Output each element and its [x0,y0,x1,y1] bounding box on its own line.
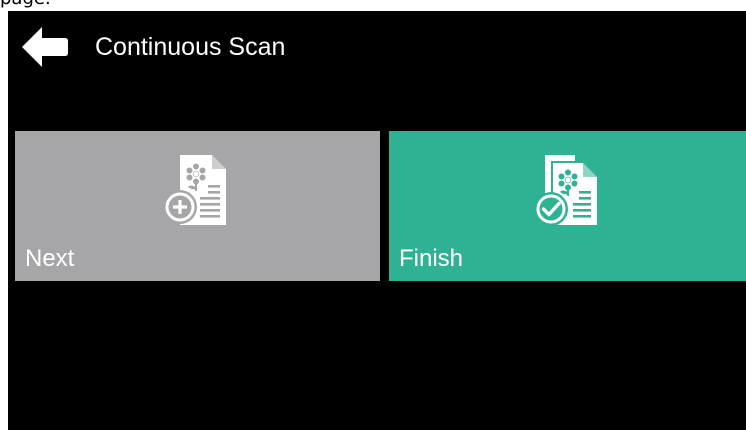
header-bar: Continuous Scan [8,11,746,81]
back-arrow-icon [22,27,68,67]
finish-button[interactable]: Finish [389,131,746,281]
back-button[interactable] [22,25,68,69]
top-clipped-text: page. [0,0,51,9]
next-button-label: Next [25,245,75,272]
finish-button-label: Finish [399,245,464,272]
document-check-icon [534,155,597,226]
scan-screen: Continuous Scan Next Finish [8,11,746,430]
next-button[interactable]: Next [15,131,380,281]
page-title: Continuous Scan [95,33,286,61]
top-clipped-text-strip: page. [0,0,746,11]
document-add-icon [163,155,226,225]
